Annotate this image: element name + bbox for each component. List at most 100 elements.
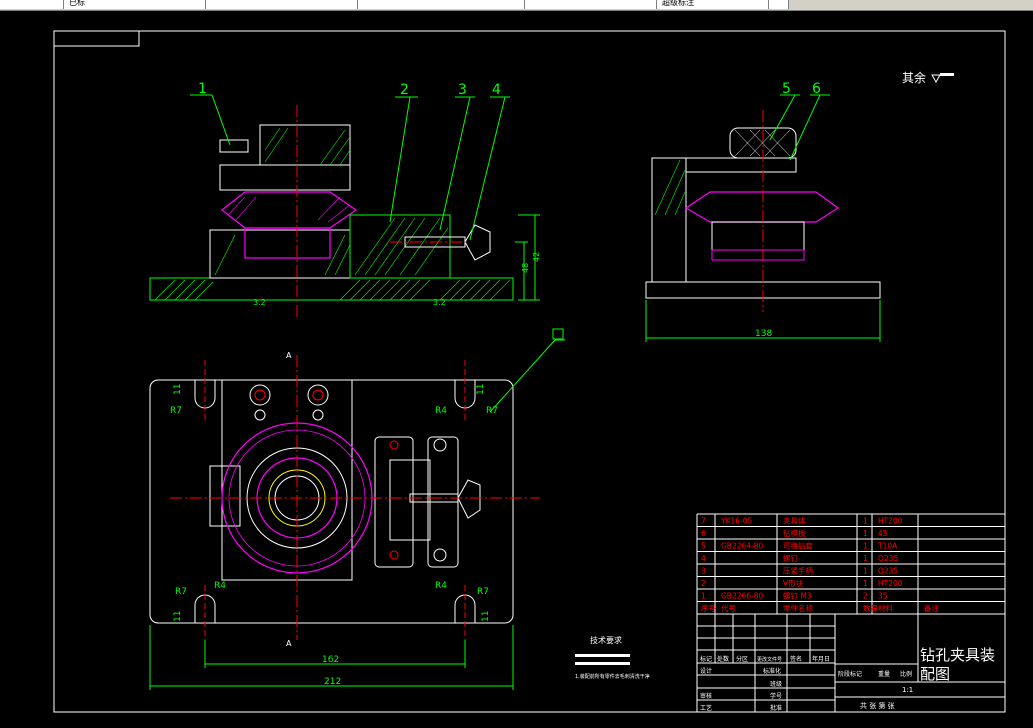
- dim-side-width: 138: [755, 329, 772, 339]
- toolbar-segment[interactable]: [206, 0, 358, 9]
- dim-r7-tr: R7: [486, 406, 498, 416]
- tb-design: 设计: [700, 667, 712, 675]
- bom-cell: 6: [701, 529, 706, 538]
- bom-cell: 1: [701, 592, 706, 601]
- dim-r4-br: R4: [435, 581, 447, 591]
- bom-cell: 7: [701, 517, 706, 526]
- dim-inner-width: 162: [322, 655, 339, 665]
- bom-cell: 2: [863, 592, 868, 601]
- toolbar-segment[interactable]: [525, 0, 657, 9]
- tb-standard: 标准化: [763, 667, 781, 675]
- code-box: [53, 30, 140, 47]
- workpiece: [221, 191, 358, 229]
- tb-zone: 分区: [736, 655, 748, 663]
- bom-cell: 钻模板: [783, 528, 806, 538]
- bom-header-cell: 备注: [924, 603, 939, 613]
- callout-2: 2: [400, 82, 409, 98]
- roughness-a: 3.2: [253, 298, 266, 307]
- bom-cell: 1: [863, 542, 868, 551]
- dim-r7-tl: R7: [170, 406, 182, 416]
- bom-cell: Q235: [878, 554, 898, 563]
- roughness-note: 其余: [902, 70, 926, 85]
- bom-cell: 1: [863, 529, 868, 538]
- callout-4: 4: [492, 82, 501, 98]
- callout-3: 3: [458, 82, 467, 98]
- bom-table: 7 YK16-05 夹具体 1 HT2006 钻模板 1 455 GB2264-80 可换钻套 1 T…: [696, 513, 1006, 615]
- bom-cell: HT200: [878, 579, 903, 588]
- bom-cell: GB2264-80: [721, 542, 764, 551]
- side-workpiece: [684, 191, 840, 223]
- tb-scale: 比例: [900, 670, 912, 678]
- tb-scale-val: 1:1: [902, 686, 913, 694]
- tb-mark: 标记: [700, 655, 712, 663]
- bom-cell: 45: [878, 529, 888, 538]
- side-view: 138 5 6: [645, 81, 881, 342]
- bom-cell: 1: [863, 554, 868, 563]
- tb-date: 年月日: [812, 655, 830, 663]
- drawing-title-1: 钻孔夹具装: [920, 646, 995, 664]
- clamp-body: [209, 229, 351, 279]
- bom-cell: V形块: [783, 578, 804, 588]
- tb-stage: 阶段标记: [838, 670, 862, 678]
- dim-r4-bl: R4: [214, 581, 226, 591]
- dim-11-tr: 11: [476, 384, 486, 395]
- bom-cell: 35: [878, 592, 888, 601]
- toolbar-segment[interactable]: [0, 0, 64, 9]
- bom-header-cell: 序号: [701, 603, 716, 613]
- bom-header-cell: 材料: [878, 603, 893, 613]
- tb-class: 班级: [770, 680, 782, 688]
- bom-cell: 1: [863, 517, 868, 526]
- tb-sheets: 共 张 第 张: [860, 701, 895, 710]
- title-block: 标记 处数 分区 更改文件号 签名 年月日 设计 标准化 班级 审核 学号 工艺…: [696, 613, 1006, 713]
- bom-header-cell: 数量: [863, 603, 878, 613]
- section-mark-bottom: A: [286, 639, 292, 648]
- bom-cell: 2: [701, 579, 706, 588]
- bom-cell: 螺钉: [783, 553, 798, 563]
- tech-notes: 技术要求 1.装配前所有零件去毛刺清洗干净: [575, 635, 650, 680]
- tb-change: 更改文件号: [757, 656, 782, 663]
- dim-11-br: 11: [481, 611, 491, 622]
- tb-student: 学号: [770, 692, 782, 700]
- toolbar-segment[interactable]: 已标: [64, 0, 206, 9]
- toolbar-segment[interactable]: 超级标注: [657, 0, 769, 9]
- bom-cell: 1: [863, 567, 868, 576]
- bom-cell: YK16-05: [720, 517, 753, 526]
- tb-approve: 批准: [770, 704, 782, 712]
- toolbar-segment[interactable]: [769, 0, 789, 9]
- roughness-bar: [940, 73, 954, 76]
- bom-header-cell: 代号: [721, 603, 736, 613]
- bom-cell: 4: [701, 554, 706, 563]
- dim-11-bl: 11: [173, 611, 183, 622]
- clamp-block-left: [374, 436, 414, 568]
- dim-r7-br: R7: [477, 587, 489, 597]
- tb-review: 审核: [700, 692, 712, 700]
- bom-cell: 可换钻套: [783, 541, 813, 551]
- dim-overall-width: 212: [324, 677, 341, 687]
- notes-heading: 技术要求: [590, 635, 622, 645]
- roughness-b: 3.2: [433, 298, 446, 307]
- dim-height2: 42: [532, 252, 541, 262]
- roughness-symbol-icon: [931, 74, 944, 84]
- top-plate: [149, 379, 514, 624]
- dim-r4-tr: R4: [435, 406, 447, 416]
- section-mark-top: A: [286, 351, 292, 360]
- tb-process: 工艺: [700, 704, 712, 712]
- bom-cell: 螺钉 M3: [783, 591, 812, 601]
- screw-head: [219, 139, 249, 153]
- drawing-title-2: 配图: [920, 665, 950, 683]
- bom-header-cell: 零件名称: [783, 603, 813, 613]
- cad-canvas[interactable]: 其余 48 42 3.2 3.2 1 2 3 4 138 5 6 R7 R4 R…: [0, 10, 1033, 728]
- toolbar-segment[interactable]: [358, 0, 525, 9]
- handle-knob: [464, 224, 491, 261]
- bom-cell: GB2266-80: [721, 592, 764, 601]
- bom-cell: 夹具体: [783, 516, 806, 526]
- dim-r7-bl: R7: [175, 587, 187, 597]
- front-view: 48 42 3.2 3.2 1 2 3 4: [149, 81, 541, 318]
- callout-6: 6: [812, 81, 821, 97]
- callout-1: 1: [198, 81, 207, 97]
- bom-cell: 1: [863, 579, 868, 588]
- top-view: R7 R4 R7 R7 R4 R4 R7 11 11 11 11 162 212…: [149, 328, 565, 690]
- bom-cell: T10A: [877, 542, 898, 551]
- bom-cell: Q235: [878, 567, 898, 576]
- notes-line: 1.装配前所有零件去毛刺清洗干净: [575, 673, 650, 680]
